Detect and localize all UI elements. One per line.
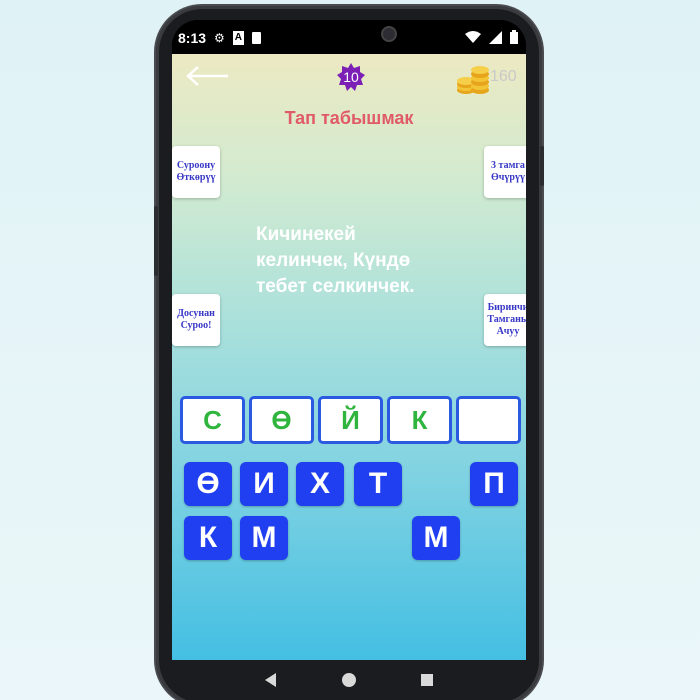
answer-slot[interactable]: К — [387, 396, 452, 444]
coins-icon — [457, 66, 489, 94]
remove-letters-button[interactable]: 3 тамга Өчүрүү — [484, 146, 526, 198]
letter-key[interactable]: И — [240, 462, 288, 506]
answer-slot[interactable]: Ө — [249, 396, 314, 444]
back-arrow-icon[interactable] — [184, 62, 232, 90]
hint-label: Суроону Өткөрүү — [176, 160, 216, 183]
power-button — [540, 146, 544, 186]
answer-slot[interactable]: С — [180, 396, 245, 444]
phone-screen: 8:13 ⚙ A 10 160 Тап табышмак Суроону Өтк… — [172, 20, 526, 660]
skip-question-button[interactable]: Суроону Өткөрүү — [172, 146, 220, 198]
letter-key[interactable]: М — [412, 516, 460, 560]
signal-icon — [489, 30, 502, 44]
phone-frame: 8:13 ⚙ A 10 160 Тап табышмак Суроону Өтк… — [154, 6, 544, 700]
home-circle-icon[interactable] — [339, 670, 359, 690]
volume-button — [154, 206, 158, 276]
letter-key[interactable]: Т — [354, 462, 402, 506]
hint-label: 3 тамга Өчүрүү — [491, 160, 525, 183]
hint-label: Досунан Суроо! — [177, 308, 215, 331]
front-camera — [381, 26, 397, 42]
page-title: Тап табышмак — [284, 108, 414, 128]
clock: 8:13 — [178, 30, 207, 46]
letter-key[interactable]: Ө — [184, 462, 232, 506]
answer-row: С Ө Й К — [180, 396, 521, 444]
sim-icon — [252, 32, 262, 44]
riddle-text: Кичинекей келинчек, Күндө тебет селкинче… — [256, 224, 415, 297]
app-screen: 10 160 Тап табышмак Суроону Өткөрүү 3 та… — [172, 54, 526, 660]
letter-key[interactable]: К — [184, 516, 232, 560]
android-nav-bar — [172, 660, 526, 700]
wifi-icon — [465, 30, 481, 43]
level-badge: 10 — [336, 62, 366, 92]
recents-square-icon[interactable] — [417, 670, 437, 690]
open-first-letter-button[interactable]: Биринчи Тамганы Ачуу — [484, 294, 526, 346]
gear-icon: ⚙ — [214, 31, 225, 45]
letter-key[interactable]: М — [240, 516, 288, 560]
hint-label: Биринчи Тамганы Ачуу — [487, 302, 526, 337]
ask-friend-button[interactable]: Досунан Суроо! — [172, 294, 220, 346]
coin-count: 160 — [490, 68, 517, 85]
letter-key[interactable]: П — [470, 462, 518, 506]
battery-icon — [510, 30, 518, 44]
answer-slot[interactable] — [456, 396, 521, 444]
a-icon: A — [232, 31, 245, 45]
back-triangle-icon[interactable] — [261, 670, 281, 690]
letter-key[interactable]: Х — [296, 462, 344, 506]
answer-slot[interactable]: Й — [318, 396, 383, 444]
level-number: 10 — [343, 69, 359, 85]
